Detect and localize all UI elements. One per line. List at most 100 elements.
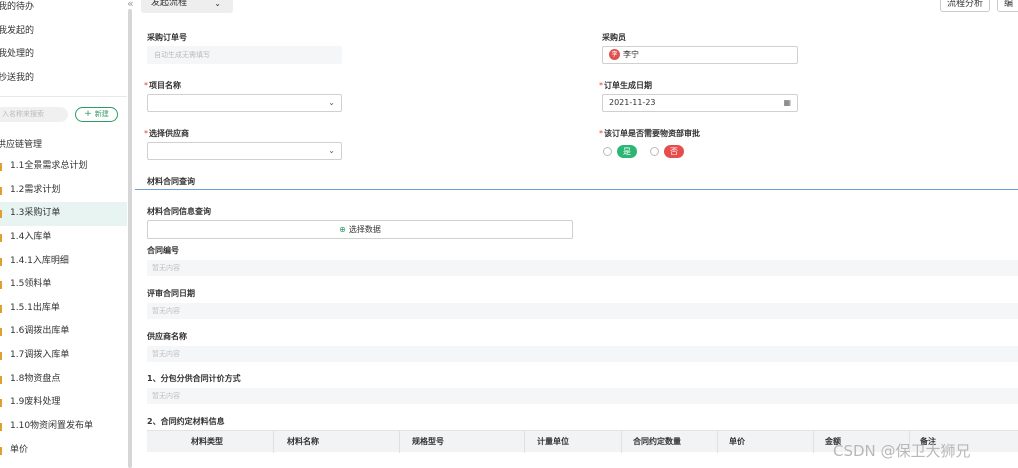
- chevron-down-icon: ⌄: [214, 0, 221, 8]
- supplier-label: *选择供应商: [144, 128, 189, 139]
- column-divider: [621, 431, 622, 453]
- bullet-mark: [0, 257, 2, 266]
- approval-label: *该订单是否需要物资部审批: [599, 128, 700, 139]
- avatar: 李: [609, 49, 620, 60]
- project-label: *项目名称: [144, 80, 181, 91]
- tree-item[interactable]: 1.4入库单: [0, 226, 127, 250]
- radio-yes[interactable]: [603, 147, 612, 156]
- supplier-label-text: 选择供应商: [149, 129, 189, 138]
- bullet-mark: [0, 328, 2, 337]
- yes-pill[interactable]: 是: [617, 145, 637, 158]
- materials-label: 2、合同约定材料信息: [147, 417, 225, 426]
- contract-query-label: 材料合同信息查询: [147, 207, 211, 216]
- sidebar-divider: [0, 96, 127, 97]
- date-value: 2021-11-23: [609, 98, 656, 107]
- bullet-mark: [0, 352, 2, 361]
- tree-item[interactable]: 1.2需求计划: [0, 179, 127, 203]
- contract-no-label: 合同编号: [147, 246, 179, 255]
- buyer-field[interactable]: 李李宁: [602, 46, 798, 64]
- new-button[interactable]: + 新建: [75, 107, 118, 122]
- sidebar-search-input[interactable]: 入名称来搜索: [0, 107, 68, 122]
- sidebar-item-initiated[interactable]: 我发起的: [0, 24, 127, 48]
- radio-no[interactable]: [650, 147, 659, 156]
- bullet-mark: [0, 375, 2, 384]
- tree-item[interactable]: 1.7调拨入库单: [0, 344, 127, 368]
- required-mark: *: [599, 129, 603, 138]
- tree-item-label: 1.4.1入库明细: [10, 255, 69, 266]
- section-divider: [135, 189, 1018, 190]
- column-header: 材料名称: [287, 437, 319, 446]
- chevron-down-icon: ⌄: [328, 98, 335, 107]
- supplier-select[interactable]: ⌄: [147, 142, 342, 160]
- process-select-value: 发起流程: [151, 0, 188, 8]
- tree-item-label: 1.5领料单: [10, 279, 52, 290]
- review-date-value: 暂无内容: [147, 303, 1018, 319]
- required-mark: *: [144, 129, 148, 138]
- tree-item[interactable]: 单价: [0, 439, 127, 463]
- column-divider: [399, 431, 400, 453]
- pricing-label: 1、分包分供合同计价方式: [147, 374, 241, 383]
- sidebar-item-label: 抄送我的: [0, 72, 35, 83]
- tree-item[interactable]: 1.1全景需求总计划: [0, 155, 127, 179]
- column-header: 材料类型: [191, 437, 223, 446]
- tree-item[interactable]: 1.9废料处理: [0, 391, 127, 415]
- project-label-text: 项目名称: [149, 81, 181, 90]
- required-mark: *: [599, 81, 603, 90]
- plus-icon: +: [84, 109, 92, 119]
- bullet-mark: [0, 233, 2, 242]
- bullet-mark: [0, 423, 2, 432]
- column-header: 计量单位: [537, 437, 569, 446]
- sidebar-item-label: 我发起的: [0, 25, 35, 36]
- calendar-icon[interactable]: ▦: [783, 95, 791, 111]
- date-field[interactable]: 2021-11-23 ▦: [602, 94, 798, 112]
- tree-item-label: 1.5.1出库单: [10, 302, 60, 313]
- supplier-name-label: 供应商名称: [147, 332, 187, 341]
- bullet-mark: [0, 163, 2, 171]
- sidebar-search-row: 入名称来搜索 + 新建: [0, 107, 127, 123]
- tree-item[interactable]: 1.5领料单: [0, 273, 127, 297]
- tree-item-label: 1.7调拨入库单: [10, 350, 70, 361]
- no-pill[interactable]: 否: [664, 145, 684, 158]
- order-no-label: 采购订单号: [147, 33, 187, 42]
- sidebar-scrollbar[interactable]: [128, 9, 132, 468]
- tree-item[interactable]: 1.10物资闲置发布单: [0, 415, 127, 439]
- section-title: 材料合同查询: [147, 177, 195, 186]
- column-header: 合同约定数量: [633, 437, 681, 446]
- sidebar-item-cc[interactable]: 抄送我的: [0, 71, 127, 95]
- watermark: CSDN @保卫大狮兄: [833, 442, 971, 460]
- bullet-mark: [0, 186, 2, 195]
- app-root: 我的待办 我发起的 我处理的 抄送我的 入名称来搜索 + 新建 供应链管理 1.1…: [0, 0, 1018, 468]
- main-content: 发起流程 ⌄ 流程分析 编 采购订单号 自动生成无需填写 采购员 李李宁 *项目…: [135, 0, 1018, 468]
- tree-item-label: 1.10物资闲置发布单: [10, 421, 94, 432]
- tree-item[interactable]: 1.5.1出库单: [0, 297, 127, 321]
- process-select[interactable]: 发起流程 ⌄: [141, 0, 233, 13]
- link-icon: ⊕: [339, 225, 346, 234]
- sidebar-item-processed[interactable]: 我处理的: [0, 47, 127, 71]
- tree-item-label: 1.1全景需求总计划: [10, 161, 88, 171]
- tree-item[interactable]: 1.4.1入库明细: [0, 250, 127, 274]
- column-divider: [524, 431, 525, 453]
- date-label: *订单生成日期: [599, 80, 652, 91]
- pricing-value: 暂无内容: [147, 388, 1018, 404]
- sidebar-top-nav: 我的待办 我发起的 我处理的 抄送我的: [0, 0, 127, 94]
- bullet-mark: [0, 281, 2, 290]
- review-date-label: 评审合同日期: [147, 289, 195, 298]
- buyer-label: 采购员: [602, 33, 626, 42]
- bullet-mark: [0, 304, 2, 313]
- sidebar-item-label: 我处理的: [0, 49, 35, 59]
- project-select[interactable]: ⌄: [147, 94, 342, 112]
- tree-item-active[interactable]: 1.3采购订单: [0, 202, 127, 226]
- tree-root-supply-chain[interactable]: 供应链管理: [0, 137, 45, 150]
- select-data-button[interactable]: ⊕ 选择数据: [147, 220, 573, 239]
- tree-item[interactable]: 1.8物资盘点: [0, 368, 127, 392]
- column-divider: [813, 431, 814, 453]
- sidebar-item-todo[interactable]: 我的待办: [0, 0, 127, 24]
- tree-item-label: 1.8物资盘点: [10, 373, 61, 384]
- required-mark: *: [144, 81, 148, 90]
- tree-item-label: 1.2需求计划: [10, 184, 61, 195]
- date-label-text: 订单生成日期: [604, 81, 652, 90]
- approval-label-text: 该订单是否需要物资部审批: [604, 129, 700, 138]
- tree-item[interactable]: 1.6调拨出库单: [0, 320, 127, 344]
- process-analysis-button[interactable]: 流程分析: [940, 0, 991, 12]
- edit-button[interactable]: 编: [997, 0, 1018, 12]
